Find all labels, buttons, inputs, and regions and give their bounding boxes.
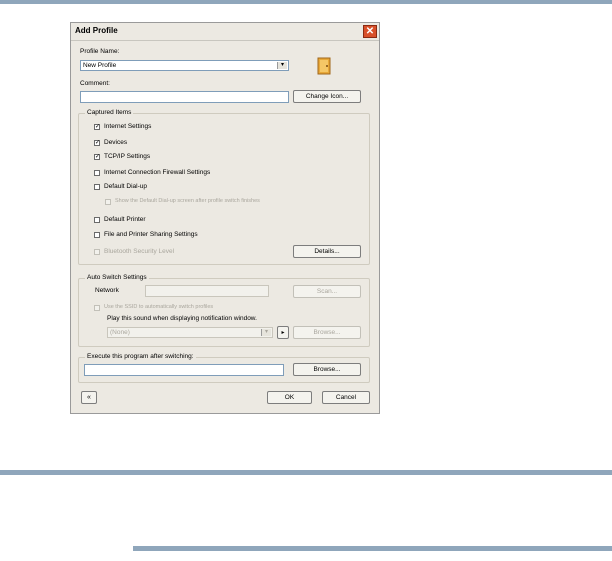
bottom-page-rule	[133, 546, 612, 551]
ok-button[interactable]: OK	[267, 391, 312, 404]
close-icon[interactable]: ✕	[363, 25, 377, 38]
firewall-settings-checkbox[interactable]	[94, 170, 100, 176]
tcpip-settings-label: TCP/IP Settings	[104, 153, 151, 160]
file-printer-sharing-label: File and Printer Sharing Settings	[104, 231, 198, 238]
show-dialup-screen-checkbox[interactable]	[105, 199, 111, 205]
bluetooth-security-label: Bluetooth Security Level	[104, 248, 175, 255]
comment-input[interactable]	[80, 91, 289, 103]
internet-settings-label: Internet Settings	[104, 123, 152, 130]
cancel-button[interactable]: Cancel	[322, 391, 370, 404]
comment-label: Comment:	[80, 80, 110, 87]
bluetooth-security-checkbox[interactable]	[94, 249, 100, 255]
devices-checkbox[interactable]: ✓	[94, 140, 100, 146]
default-printer-checkbox[interactable]	[94, 217, 100, 223]
execute-program-input[interactable]	[84, 364, 284, 376]
add-profile-dialog: Add Profile ✕ Profile Name: New Profile …	[70, 22, 380, 414]
double-chevron-up-icon[interactable]: «	[81, 391, 97, 404]
change-icon-button[interactable]: Change Icon...	[293, 90, 361, 103]
scan-button[interactable]: Scan...	[293, 285, 361, 298]
play-sound-label: Play this sound when displaying notifica…	[107, 315, 257, 322]
default-printer-label: Default Printer	[104, 216, 146, 223]
network-input[interactable]	[145, 285, 269, 297]
tcpip-settings-checkbox[interactable]: ✓	[94, 154, 100, 160]
show-dialup-screen-label: Show the Default Dial-up screen after pr…	[115, 198, 260, 204]
execute-browse-button[interactable]: Browse...	[293, 363, 361, 376]
internet-settings-checkbox[interactable]: ✓	[94, 124, 100, 130]
default-dialup-label: Default Dial-up	[104, 183, 147, 190]
execute-program-label: Execute this program after switching:	[85, 353, 196, 360]
dialog-titlebar: Add Profile ✕	[71, 23, 379, 41]
profile-name-combobox[interactable]: New Profile ▾	[80, 60, 289, 71]
sound-select[interactable]: (None) ▾	[107, 327, 273, 338]
sound-browse-button[interactable]: Browse...	[293, 326, 361, 339]
top-page-rule	[0, 0, 612, 4]
middle-page-rule	[0, 470, 612, 475]
chevron-down-icon[interactable]: ▾	[277, 62, 287, 69]
use-ssid-label: Use the SSID to automatically switch pro…	[104, 304, 214, 310]
network-label: Network	[95, 287, 119, 294]
details-button[interactable]: Details...	[293, 245, 361, 258]
chevron-down-icon[interactable]: ▾	[261, 329, 271, 336]
dialog-title: Add Profile	[75, 26, 118, 35]
profile-name-value: New Profile	[83, 62, 117, 69]
use-ssid-checkbox[interactable]	[94, 305, 100, 311]
captured-items-label: Captured Items	[85, 109, 134, 116]
default-dialup-checkbox[interactable]	[94, 184, 100, 190]
auto-switch-label: Auto Switch Settings	[85, 274, 149, 281]
profile-name-label: Profile Name:	[80, 48, 120, 55]
play-icon[interactable]: ▸	[277, 326, 289, 339]
sound-select-value: (None)	[110, 329, 130, 336]
folder-door-icon[interactable]	[317, 57, 332, 76]
file-printer-sharing-checkbox[interactable]	[94, 232, 100, 238]
devices-label: Devices	[104, 139, 128, 146]
firewall-settings-label: Internet Connection Firewall Settings	[104, 169, 211, 176]
